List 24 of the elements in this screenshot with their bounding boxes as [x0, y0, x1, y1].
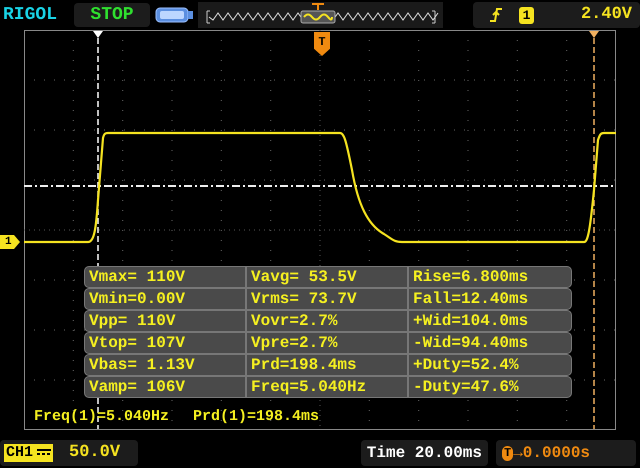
measurement-value: Vmax= 110V: [88, 267, 186, 287]
measurement-value: Vtop= 107V: [88, 333, 186, 353]
run-state-indicator[interactable]: STOP: [74, 3, 150, 27]
measurement-readout: Prd(1)=198.4ms: [193, 407, 320, 427]
measurement-readout: Freq(1)=5.040Hz: [34, 407, 170, 427]
battery-icon: [154, 5, 194, 25]
timebase-reading: Time 20.00ms: [360, 440, 488, 466]
vertical-scale-reading: 50.0V: [69, 442, 120, 464]
measurement-value: -Duty=47.6%: [407, 377, 571, 397]
measurement-value: Freq=5.040Hz: [245, 377, 407, 397]
brand-logo: RIGOL: [2, 4, 58, 26]
measurement-value: Vamp= 106V: [88, 377, 186, 397]
trigger-badge: T: [502, 446, 514, 460]
measurement-value: Vmin=0.00V: [88, 289, 186, 309]
trigger-offset-reading: →0.0000s: [513, 443, 590, 464]
trigger-position-marker: T: [314, 32, 330, 56]
trigger-level-reading: 2.40V: [580, 4, 633, 26]
dc-coupling-icon: [37, 448, 52, 458]
channel-marker: 1: [0, 235, 20, 249]
rising-edge-icon: [489, 7, 503, 23]
measurement-value: Vbas= 1.13V: [88, 355, 196, 375]
trigger-source-badge: 1: [519, 6, 534, 24]
channel-name: CH1: [6, 444, 34, 462]
measurement-value: Vpp= 110V: [88, 311, 176, 331]
